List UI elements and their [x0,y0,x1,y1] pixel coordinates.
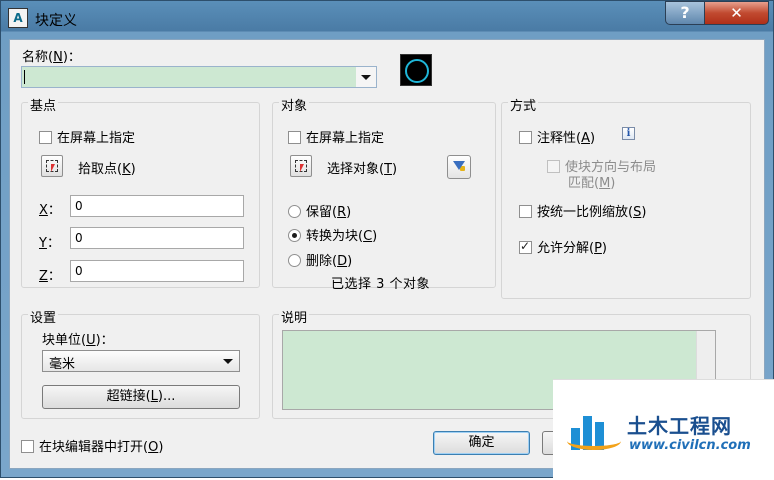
quick-select-filter-icon[interactable] [447,155,471,179]
block-name-combobox[interactable] [21,66,377,88]
help-button[interactable]: ? [665,1,705,25]
behavior-title: 方式 [508,95,539,114]
base-point-title: 基点 [28,95,59,114]
objects-group: 对象 在屏幕上指定 选择对象(T) 保留(R) 转换为块(C) 删除(D) 已选… [272,95,496,292]
block-unit-label: 块单位(U)： [42,333,114,348]
chevron-down-icon[interactable] [356,67,376,87]
settings-group: 设置 块单位(U)： 毫米 超链接(L)... [21,307,260,419]
site-watermark: 土木工程网 www.civilcn.com [553,379,774,480]
open-in-block-editor-checkbox[interactable]: 在块编辑器中打开(O) [21,436,163,455]
description-title: 说明 [279,307,310,326]
radio-circle[interactable] [288,205,301,218]
annotative-checkbox[interactable]: 注释性(A) [519,127,595,146]
title-bar[interactable]: A 块定义 ? ✕ [1,1,773,35]
objects-specify-on-screen-checkbox[interactable]: 在屏幕上指定 [288,127,384,146]
hyperlink-button[interactable]: 超链接(L)... [42,385,240,409]
uniform-scale-checkbox[interactable]: 按统一比例缩放(S) [519,201,646,220]
autocad-app-icon: A [8,8,28,28]
civilcn-logo-icon [567,410,621,450]
match-orientation-label-line2: 匹配(M) [568,176,616,191]
base-specify-on-screen-checkbox[interactable]: 在屏幕上指定 [39,127,135,146]
block-definition-window: A 块定义 ? ✕ 名称(N)： 基点 在屏幕上指定 拾取点(K) X： 0 Y… [0,0,774,480]
allow-explode-checkbox[interactable]: 允许分解(P) [519,237,607,256]
y-label: Y： [39,236,60,251]
checkbox-box[interactable] [288,131,301,144]
close-button[interactable]: ✕ [704,1,769,25]
radio-circle[interactable] [288,254,301,267]
ok-button[interactable]: 确定 [433,431,530,455]
convert-to-block-radio[interactable]: 转换为块(C) [288,225,377,244]
watermark-url: www.civilcn.com [629,438,751,453]
checkbox-box[interactable] [519,205,532,218]
settings-title: 设置 [28,307,59,326]
x-input[interactable]: 0 [70,195,244,217]
select-objects-label: 选择对象(T) [327,162,398,177]
behavior-group: 方式 注释性(A) i 使块方向与布局 匹配(M) 按统一比例缩放(S) 允许分… [501,95,751,299]
checkbox-box[interactable] [547,160,560,173]
info-icon[interactable]: i [622,127,635,140]
selection-status: 已选择 3 个对象 [331,277,431,292]
select-objects-icon[interactable] [290,155,312,177]
text-caret [24,70,25,84]
y-input[interactable]: 0 [70,227,244,249]
checkbox-box[interactable] [519,131,532,144]
z-label: Z： [39,269,61,284]
objects-title: 对象 [279,95,310,114]
watermark-title: 土木工程网 [627,414,732,438]
delete-radio[interactable]: 删除(D) [288,250,352,269]
checkbox-box[interactable] [39,131,52,144]
z-input[interactable]: 0 [70,260,244,282]
block-preview-icon [400,54,432,86]
checkbox-box[interactable] [21,440,34,453]
window-title: 块定义 [35,13,77,29]
retain-radio[interactable]: 保留(R) [288,201,351,220]
name-label: 名称(N)： [22,50,81,65]
pick-point-label: 拾取点(K) [78,162,136,177]
checkbox-box-checked[interactable] [519,239,532,254]
pick-point-icon[interactable] [41,155,63,177]
radio-circle-selected[interactable] [288,229,301,242]
base-point-group: 基点 在屏幕上指定 拾取点(K) X： 0 Y： 0 Z： 0 [21,95,260,288]
block-unit-select[interactable]: 毫米 [42,350,240,372]
x-label: X： [39,203,61,218]
